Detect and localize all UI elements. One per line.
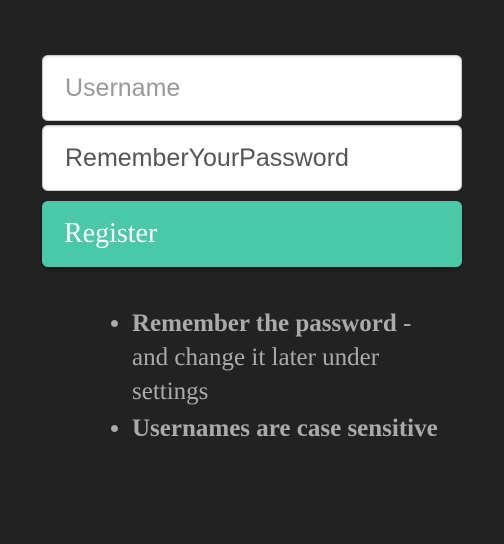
username-input[interactable] <box>42 55 462 121</box>
password-input[interactable] <box>42 125 462 191</box>
register-button[interactable]: Register <box>42 201 462 267</box>
info-list: Remember the password - and change it la… <box>42 307 462 446</box>
info-bold-text: Remember the password <box>132 310 397 337</box>
list-item: Remember the password - and change it la… <box>132 307 442 408</box>
info-bold-text: Usernames are case sensitive <box>132 415 438 442</box>
register-form: Register <box>42 55 462 267</box>
list-item: Usernames are case sensitive <box>132 412 442 446</box>
